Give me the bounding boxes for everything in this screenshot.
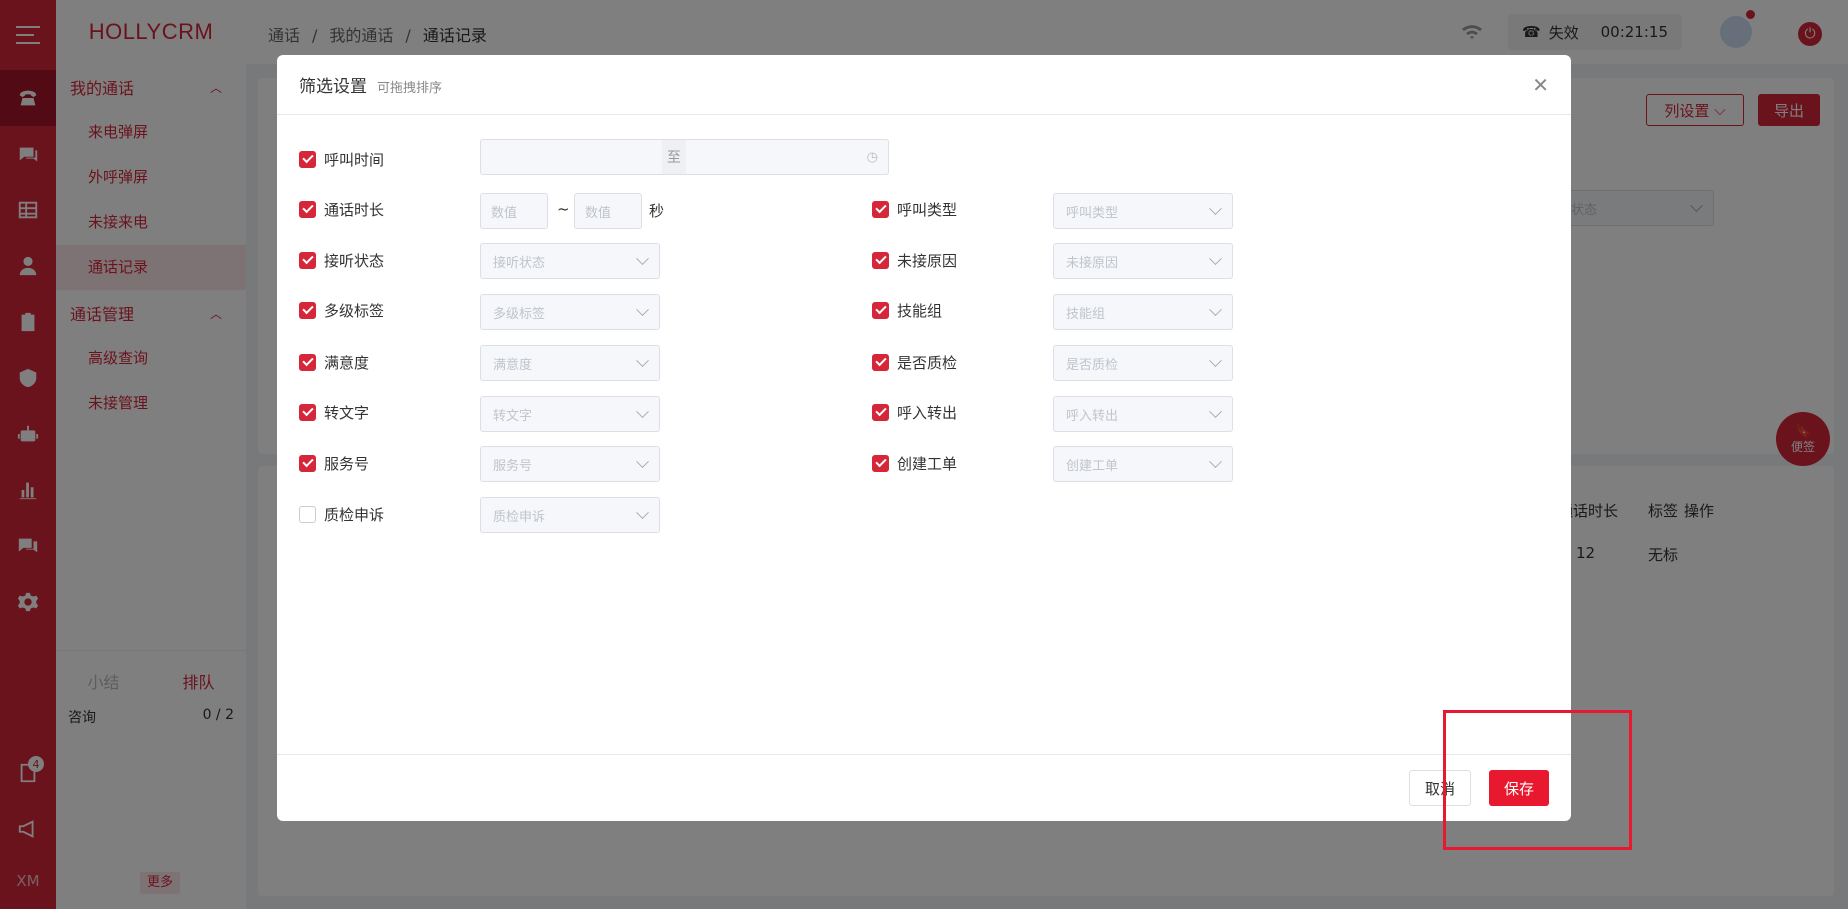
skill-group-select[interactable]: 技能组: [1053, 294, 1233, 330]
filter-row-qc-appeal[interactable]: 质检申诉: [299, 496, 384, 532]
filter-row-transcribe[interactable]: 转文字: [299, 394, 369, 430]
chevron-down-icon: [636, 404, 649, 418]
checkbox[interactable]: [872, 200, 889, 218]
duration-max-input[interactable]: 数值: [574, 193, 642, 229]
transcribe-select[interactable]: 转文字: [480, 396, 660, 432]
checkbox[interactable]: [299, 403, 316, 421]
filter-row-multi-tag[interactable]: 多级标签: [299, 292, 384, 328]
checkbox[interactable]: [299, 301, 316, 319]
answer-state-select[interactable]: 接听状态: [480, 243, 660, 279]
checkbox[interactable]: [872, 301, 889, 319]
call-type-select[interactable]: 呼叫类型: [1053, 193, 1233, 229]
filter-label: 呼叫类型: [897, 200, 958, 219]
filter-label: 服务号: [324, 454, 370, 473]
filter-label: 技能组: [897, 301, 943, 320]
checkbox[interactable]: [872, 403, 889, 421]
chevron-down-icon: [636, 353, 649, 367]
range-separator: 至: [661, 140, 686, 174]
create-ticket-select[interactable]: 创建工单: [1053, 446, 1233, 482]
dialog-subtitle: 可拖拽排序: [377, 80, 443, 96]
chevron-down-icon: [1209, 302, 1222, 316]
checkbox[interactable]: [872, 454, 889, 472]
transfer-select[interactable]: 呼入转出: [1053, 396, 1233, 432]
chevron-down-icon: [636, 251, 649, 265]
filter-row-call-time[interactable]: 呼叫时间: [299, 141, 384, 177]
dialog-title: 筛选设置: [299, 77, 367, 97]
qc-status-select[interactable]: 是否质检: [1053, 345, 1233, 381]
call-time-range[interactable]: 至 ◷: [480, 139, 889, 175]
range-tilde: ~: [557, 200, 570, 218]
filter-settings-dialog: 筛选设置 可拖拽排序 ✕ 呼叫时间 至 ◷ 通话时长 数值 ~ 数值 秒 接听状…: [277, 55, 1571, 821]
service-number-select[interactable]: 服务号: [480, 446, 660, 482]
checkbox[interactable]: [299, 505, 316, 523]
missed-reason-select[interactable]: 未接原因: [1053, 243, 1233, 279]
chevron-down-icon: [636, 505, 649, 519]
filter-row-duration[interactable]: 通话时长: [299, 191, 384, 227]
multi-tag-select[interactable]: 多级标签: [480, 294, 660, 330]
qc-appeal-select[interactable]: 质检申诉: [480, 497, 660, 533]
filter-row-call-type[interactable]: 呼叫类型: [872, 191, 957, 227]
chevron-down-icon: [1209, 353, 1222, 367]
filter-label: 满意度: [324, 353, 370, 372]
chevron-down-icon: [1209, 404, 1222, 418]
checkbox[interactable]: [872, 353, 889, 371]
chevron-down-icon: [1209, 454, 1222, 468]
checkbox[interactable]: [299, 150, 316, 168]
filter-row-qc-status[interactable]: 是否质检: [872, 344, 957, 380]
checkbox[interactable]: [872, 251, 889, 269]
seconds-unit: 秒: [649, 202, 665, 220]
filter-row-skill-group[interactable]: 技能组: [872, 292, 942, 328]
chevron-down-icon: [636, 302, 649, 316]
filter-label: 是否质检: [897, 353, 958, 372]
filter-label: 创建工单: [897, 454, 958, 473]
filter-row-service-number[interactable]: 服务号: [299, 445, 369, 481]
filter-row-missed-reason[interactable]: 未接原因: [872, 242, 957, 278]
checkbox[interactable]: [299, 251, 316, 269]
filter-label: 接听状态: [324, 251, 385, 270]
checkbox[interactable]: [299, 200, 316, 218]
highlight-annotation: [1443, 710, 1632, 850]
close-icon[interactable]: ✕: [1532, 73, 1549, 97]
clock-icon: ◷: [866, 149, 878, 165]
checkbox[interactable]: [299, 454, 316, 472]
filter-row-satisfaction[interactable]: 满意度: [299, 344, 369, 380]
checkbox[interactable]: [299, 353, 316, 371]
chevron-down-icon: [636, 454, 649, 468]
satisfaction-select[interactable]: 满意度: [480, 345, 660, 381]
filter-row-answer-state[interactable]: 接听状态: [299, 242, 384, 278]
duration-min-input[interactable]: 数值: [480, 193, 548, 229]
filter-label: 转文字: [324, 403, 370, 422]
dialog-footer: 取消 保存: [277, 754, 1571, 821]
chevron-down-icon: [1209, 201, 1222, 215]
filter-label: 通话时长: [324, 200, 385, 219]
filter-label: 多级标签: [324, 301, 385, 320]
chevron-down-icon: [1209, 251, 1222, 265]
filter-label: 质检申诉: [324, 505, 385, 524]
filter-label: 呼入转出: [897, 403, 958, 422]
filter-label: 未接原因: [897, 251, 958, 270]
filter-row-create-ticket[interactable]: 创建工单: [872, 445, 957, 481]
filter-row-transfer[interactable]: 呼入转出: [872, 394, 957, 430]
filter-label: 呼叫时间: [324, 150, 385, 169]
